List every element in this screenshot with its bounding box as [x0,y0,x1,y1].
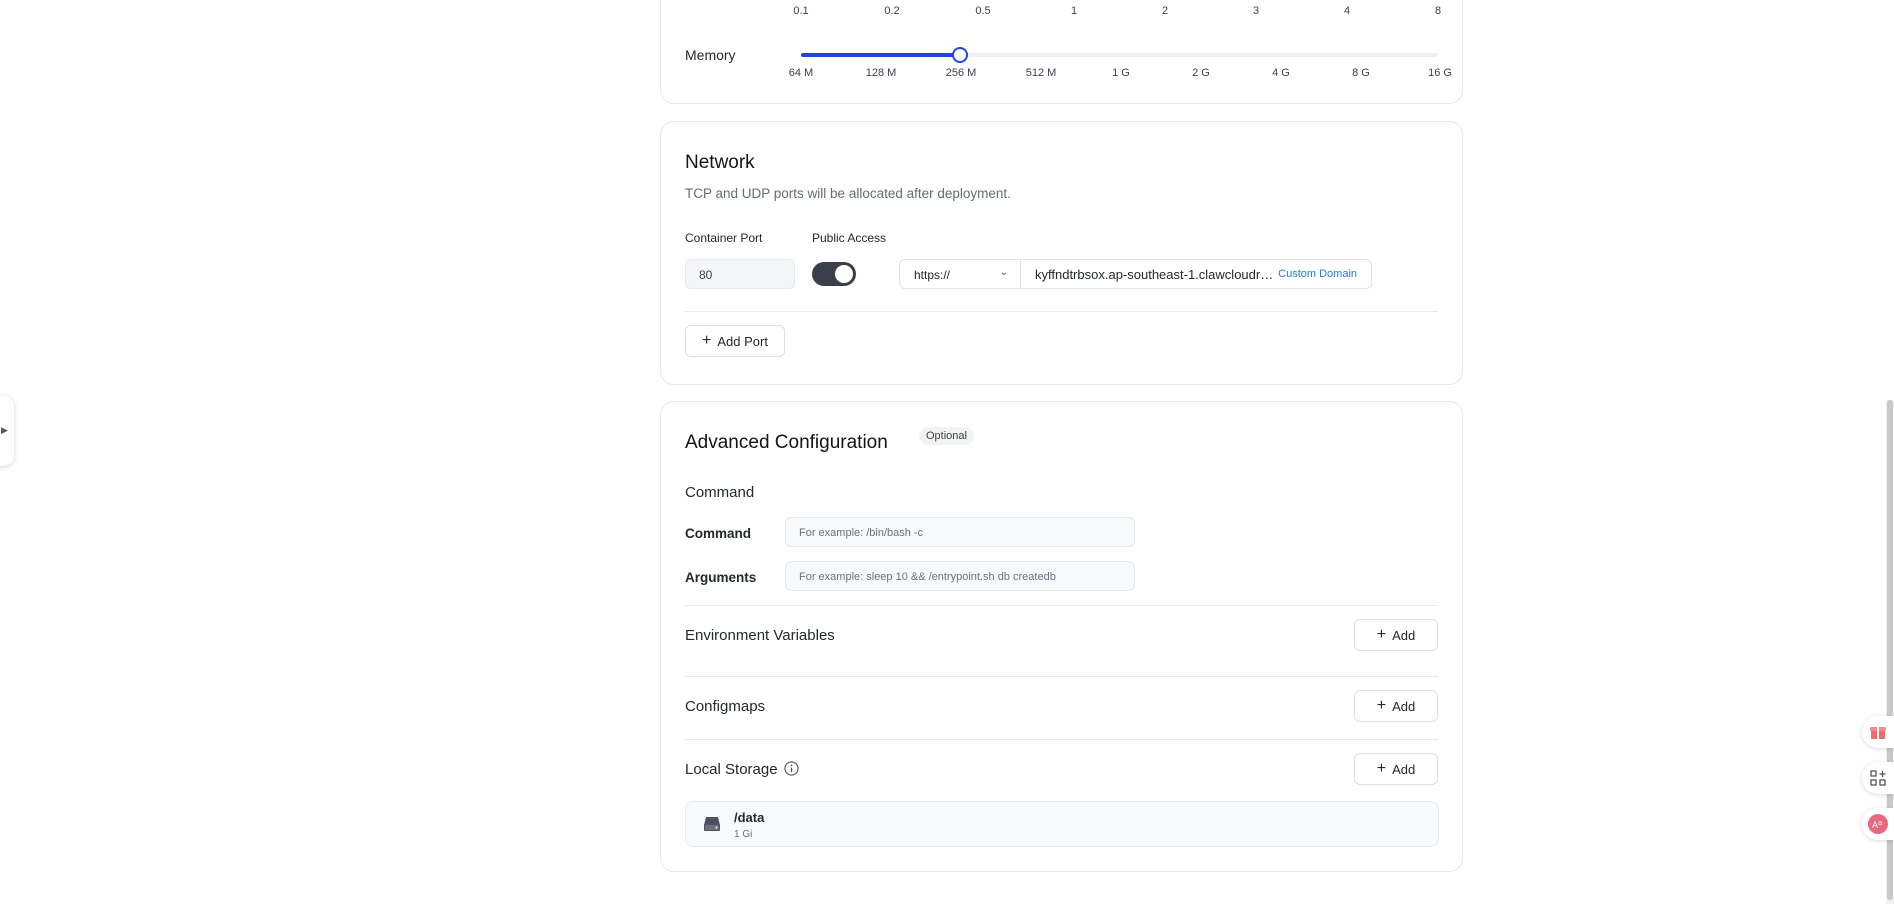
storage-path: /data [734,810,765,825]
cpu-tick: 0.1 [793,5,809,17]
chevron-right-icon: ▶ [1,425,8,435]
toggle-knob [835,265,853,283]
memory-label: Memory [685,47,736,63]
cpu-tick: 1 [1070,5,1078,17]
storage-item[interactable]: /data 1 Gi [685,801,1439,847]
domain-field[interactable]: kyffndtrbsox.ap-southeast-1.clawcloudrun… [1020,259,1372,289]
plus-icon: + [1376,760,1387,777]
add-port-label: Add Port [717,333,768,349]
add-label: Add [1392,698,1416,714]
apps-grid-icon[interactable] [1862,762,1894,794]
hard-drive-icon [704,817,720,831]
protocol-value: https:// [914,268,951,282]
custom-domain-link[interactable]: Custom Domain [1278,268,1357,280]
plus-icon: + [1376,626,1387,643]
gift-icon[interactable] [1862,716,1894,748]
command-section-title: Command [685,484,755,501]
cpu-tick: 4 [1343,5,1351,17]
cpu-tick: 0.5 [975,5,991,17]
optional-badge: Optional [919,427,974,445]
cpu-tick: 3 [1252,5,1260,17]
memory-tick: 16 G [1428,67,1452,79]
domain-text: kyffndtrbsox.ap-southeast-1.clawcloudrun… [1035,267,1275,282]
memory-tick: 1 G [1112,67,1130,79]
memory-slider-fill [801,53,960,57]
divider [685,311,1438,312]
local-storage-title: Local Storage [685,761,799,778]
arguments-input[interactable]: For example: sleep 10 && /entrypoint.sh … [785,561,1135,591]
memory-tick: 8 G [1352,67,1370,79]
storage-size: 1 Gi [734,829,753,840]
memory-tick: 4 G [1272,67,1290,79]
divider [685,676,1438,677]
plus-icon: + [1376,697,1387,714]
arguments-label: Arguments [685,570,757,585]
sidebar-expand-handle[interactable]: ▶ [0,396,14,466]
public-access-toggle[interactable] [812,262,856,286]
memory-tick: 2 G [1192,67,1210,79]
svg-text:a: a [1878,819,1882,827]
add-label: Add [1392,761,1416,777]
memory-tick: 512 M [1025,67,1057,79]
add-label: Add [1392,627,1416,643]
memory-slider-handle[interactable] [952,47,968,63]
cpu-tick: 2 [1161,5,1169,17]
advanced-title: Advanced Configuration [685,432,888,453]
memory-tick: 64 M [788,67,814,79]
env-vars-title: Environment Variables [685,627,835,644]
add-env-var-button[interactable]: + Add [1354,619,1438,651]
divider [685,605,1438,606]
cpu-tick: 0.2 [884,5,900,17]
protocol-select[interactable]: https:// ⌄ [899,259,1020,289]
command-label: Command [685,526,752,541]
cpu-tick: 8 [1434,5,1442,17]
plus-icon: + [702,332,712,349]
add-storage-button[interactable]: + Add [1354,753,1438,785]
container-port-input[interactable]: 80 [685,259,795,289]
translate-icon[interactable]: A a [1862,808,1894,840]
memory-slider-track[interactable] [801,53,1438,57]
divider [685,739,1438,740]
public-access-label: Public Access [812,231,887,245]
add-configmap-button[interactable]: + Add [1354,690,1438,722]
memory-tick: 256 M [945,67,977,79]
add-port-button[interactable]: + Add Port [685,325,785,357]
memory-tick: 128 M [865,67,897,79]
advanced-config-card: Advanced Configuration Optional Command … [660,401,1463,872]
container-port-label: Container Port [685,231,763,245]
configmaps-title: Configmaps [685,698,766,715]
network-card: Network TCP and UDP ports will be alloca… [660,121,1463,385]
network-title: Network [685,152,755,173]
command-input[interactable]: For example: /bin/bash -c [785,517,1135,547]
network-subtitle: TCP and UDP ports will be allocated afte… [685,186,1011,201]
info-icon[interactable] [784,761,799,776]
local-storage-label: Local Storage [685,761,778,778]
resources-card: 0.1 0.2 0.5 1 2 3 4 8 Memory 64 M 128 M … [660,0,1463,104]
chevron-down-icon: ⌄ [999,267,1008,278]
